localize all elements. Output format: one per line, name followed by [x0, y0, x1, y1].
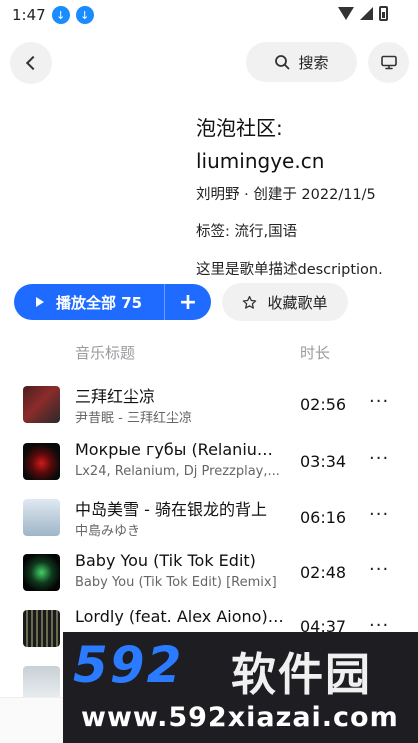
cast-button[interactable] — [368, 42, 409, 83]
add-to-queue-button[interactable]: + — [165, 284, 211, 320]
more-options-icon[interactable]: ··· — [369, 391, 389, 412]
search-icon — [275, 55, 290, 70]
playlist-meta[interactable]: 刘明野 · 创建于 2022/11/5 — [196, 186, 411, 204]
back-button[interactable] — [10, 42, 52, 84]
download-icon: ↓ — [75, 6, 94, 24]
more-options-icon[interactable]: ··· — [369, 559, 389, 580]
track-duration: 03:34 — [300, 452, 347, 471]
play-all-group: 播放全部 75 + — [14, 284, 211, 320]
more-options-icon[interactable]: ··· — [369, 504, 389, 525]
wifi-icon — [338, 7, 354, 20]
track-name: 中岛美雪 - 骑在银龙的背上 — [75, 500, 267, 519]
collect-label: 收藏歌单 — [267, 293, 328, 312]
track-name: 三拜红尘凉 — [75, 387, 156, 406]
play-all-button[interactable]: 播放全部 75 — [14, 284, 164, 320]
track-duration: 06:16 — [300, 508, 347, 527]
column-duration-header: 时长 — [300, 344, 331, 362]
search-button[interactable]: 搜索 — [246, 42, 357, 82]
watermark-number: 592 — [73, 636, 184, 694]
track-row[interactable]: 中岛美雪 - 骑在银龙的背上 中島みゆき 06:16 ··· — [0, 496, 418, 552]
star-icon — [243, 295, 257, 309]
status-time: 1:47 — [12, 6, 46, 24]
more-options-icon[interactable]: ··· — [369, 448, 389, 469]
track-duration: 02:56 — [300, 395, 347, 414]
signal-icon — [360, 7, 373, 20]
playlist-description: 这里是歌单描述description. — [196, 262, 383, 278]
watermark-logo: 592 软件园 www.592xiazai.com — [63, 632, 418, 743]
album-cover — [23, 443, 60, 480]
track-duration: 02:48 — [300, 563, 347, 582]
track-row[interactable]: Мокрые губы (Relanium, ... Lx24, Relaniu… — [0, 440, 418, 496]
playlist-tags: 标签: 流行,国语 — [196, 224, 298, 240]
monitor-icon — [380, 55, 397, 70]
track-artist: 中島みゆき — [75, 524, 141, 539]
search-label: 搜索 — [298, 53, 329, 72]
chevron-left-icon — [25, 55, 41, 71]
album-cover — [23, 499, 60, 536]
play-all-label: 播放全部 75 — [56, 293, 143, 312]
download-icon: ↓ — [51, 6, 70, 24]
album-cover — [23, 610, 60, 647]
track-row[interactable]: 三拜红尘凉 尹昔眠 - 三拜红尘凉 02:56 ··· — [0, 383, 418, 439]
watermark-chinese: 软件园 — [231, 648, 373, 701]
track-row[interactable]: Baby You (Tik Tok Edit) Baby You (Tik To… — [0, 551, 418, 607]
album-cover — [23, 386, 60, 423]
album-cover — [23, 554, 60, 591]
watermark-url: www.592xiazai.com — [81, 702, 399, 733]
column-title-header: 音乐标题 — [75, 344, 136, 362]
track-name: Baby You (Tik Tok Edit) — [75, 551, 256, 570]
track-artist: 尹昔眠 - 三拜红尘凉 — [75, 411, 192, 426]
track-artist: Lx24, Relanium, Dj Prezzplay,... — [75, 464, 280, 479]
battery-icon — [379, 6, 388, 21]
playlist-info: 泡泡社区: liumingye.cn 刘明野 · 创建于 2022/11/5 标… — [196, 112, 411, 279]
collect-playlist-button[interactable]: 收藏歌单 — [222, 283, 348, 321]
track-name: Lordly (feat. Alex Aiono) [... — [75, 607, 287, 626]
status-icons — [338, 6, 388, 21]
play-icon — [36, 297, 44, 307]
playlist-title: 泡泡社区: liumingye.cn — [196, 116, 325, 173]
track-artist: Baby You (Tik Tok Edit) [Remix] — [75, 575, 277, 590]
track-name: Мокрые губы (Relanium, ... — [75, 440, 287, 459]
